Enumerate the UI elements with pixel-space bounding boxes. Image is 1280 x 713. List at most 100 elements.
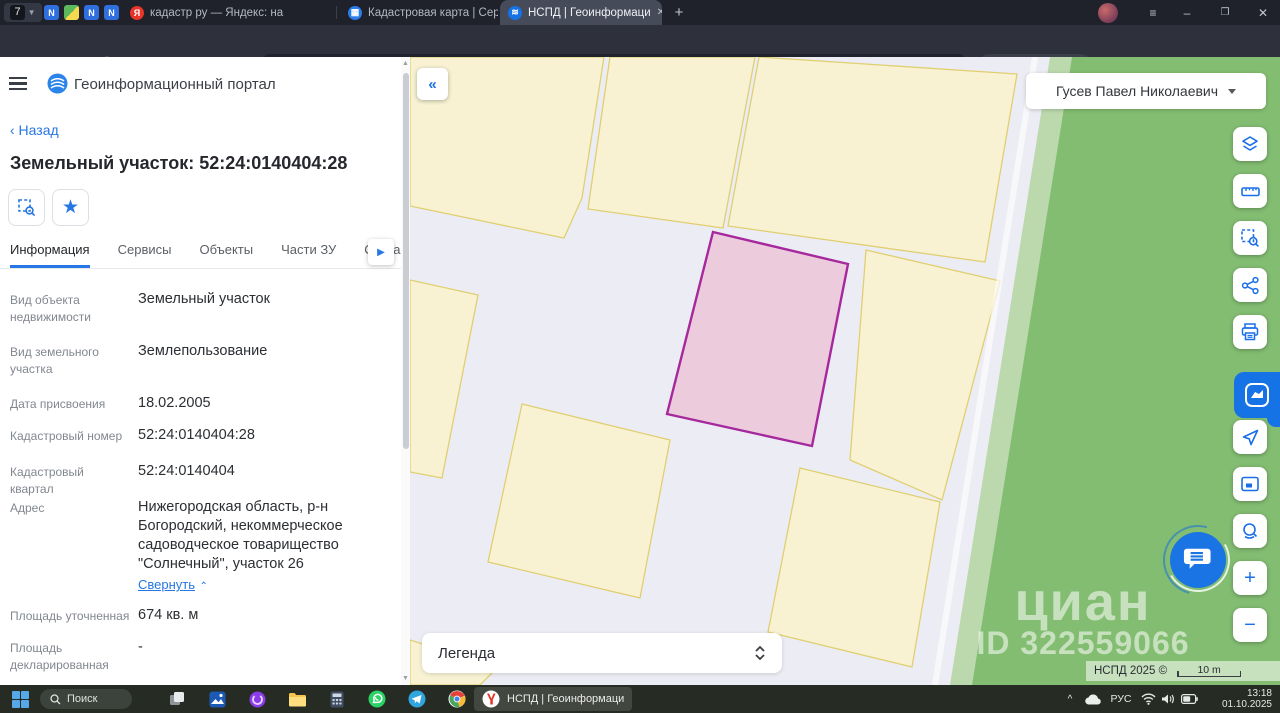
parcel-polygon	[487, 403, 671, 599]
map-attribution: НСПД 2025 © 10 m	[1086, 661, 1280, 681]
favorite-button[interactable]: ★	[52, 189, 89, 226]
zoom-in-button[interactable]: +	[1233, 561, 1267, 595]
pinned-tab-yandex-1[interactable]: N	[44, 5, 59, 20]
overview-map-button[interactable]	[1233, 467, 1267, 501]
start-button[interactable]	[10, 689, 30, 709]
user-name: Гусев Павел Николаевич	[1055, 83, 1219, 99]
user-account-dropdown[interactable]: Гусев Павел Николаевич	[1026, 73, 1266, 109]
pinned-tab-yandex-maps[interactable]	[64, 5, 79, 20]
browser-address-bar: ← Я ⟳ nspd.gov.ru НСПД | Геоинформационн…	[0, 25, 1280, 78]
select-search-icon	[1241, 229, 1259, 247]
browser-purple-app[interactable]	[247, 689, 267, 709]
field-label: Адрес	[10, 501, 45, 515]
speaker-icon	[1162, 694, 1174, 704]
wifi-tray-icon[interactable]	[1138, 685, 1158, 713]
purple-browser-icon	[249, 691, 265, 707]
tray-hidden-icons[interactable]: ^	[1060, 685, 1080, 713]
object-card-tool-active[interactable]	[1234, 372, 1280, 427]
chevron-up-icon[interactable]: ⌃	[199, 581, 207, 592]
profile-avatar[interactable]	[1098, 2, 1118, 23]
collapse-panel-button[interactable]: «	[417, 68, 448, 100]
taskbar-clock[interactable]: 13:18 01.10.2025	[1222, 688, 1272, 710]
parcel-title: Земельный участок: 52:24:0140404:28	[10, 153, 348, 173]
tab-parts[interactable]: Части ЗУ	[281, 235, 336, 268]
share-icon	[1241, 276, 1259, 294]
close-window-icon[interactable]: ✕	[1248, 0, 1278, 25]
print-button[interactable]	[1233, 315, 1267, 349]
expand-collapse-icon[interactable]	[754, 645, 766, 661]
tab-services[interactable]: Сервисы	[118, 235, 172, 268]
tab-information[interactable]: Информация	[10, 235, 90, 268]
tab-objects[interactable]: Объекты	[199, 235, 253, 268]
language-indicator[interactable]: РУС	[1106, 685, 1136, 713]
close-tab-icon[interactable]: ✕	[657, 7, 662, 18]
scrollbar-thumb[interactable]	[402, 73, 409, 449]
browser-tab-1[interactable]: Я кадастр ру — Яндекс: на	[122, 0, 334, 25]
cadastre-map-favicon: ▦	[348, 5, 362, 20]
maximize-window-icon[interactable]: ❐	[1210, 0, 1240, 25]
browser-menu-icon[interactable]: ≡	[1138, 0, 1168, 25]
task-view-app[interactable]	[167, 689, 187, 709]
photos-app[interactable]	[207, 689, 227, 709]
map-canvas[interactable]: циан ID 322559066 « Гусев Павел Николаев…	[410, 57, 1280, 685]
collapse-address-link[interactable]: Свернуть	[138, 577, 195, 592]
chrome-app[interactable]	[447, 689, 467, 709]
field-label: Площадь уточненная	[10, 609, 130, 623]
legend-bar[interactable]: Легенда	[422, 633, 782, 673]
zoom-to-object-button[interactable]	[8, 189, 45, 226]
search-icon	[50, 693, 61, 704]
support-chat-button[interactable]	[1170, 532, 1226, 588]
zoom-out-button[interactable]: −	[1233, 608, 1267, 642]
printer-icon	[1241, 323, 1259, 341]
measure-button[interactable]	[1233, 174, 1267, 208]
cloud-icon	[1084, 693, 1101, 705]
parcel-info-panel: Геоинформационный портал ‹ Назад Земельн…	[0, 57, 410, 685]
field-label: Кадастровый квартал	[10, 465, 84, 496]
folder-icon	[289, 692, 306, 706]
telegram-icon	[408, 690, 426, 708]
plus-icon: +	[1244, 566, 1256, 589]
minimize-window-icon[interactable]: –	[1172, 0, 1202, 25]
windows-taskbar: Поиск НСПД | Геоинформаци ^ РУС 13:18 01…	[0, 685, 1280, 713]
layers-icon	[1242, 136, 1258, 151]
panel-scrollbar[interactable]: ▲ ▼	[401, 57, 410, 685]
chevron-down-icon: ▼	[27, 8, 36, 17]
parcel-polygon	[767, 467, 941, 668]
pinned-tab-yandex-2[interactable]: N	[84, 5, 99, 20]
map-layers	[410, 57, 1280, 685]
pinned-tab-yandex-3[interactable]: N	[104, 5, 119, 20]
new-tab-button[interactable]: +	[668, 0, 690, 25]
browser-tab-2[interactable]: ▦ Кадастровая карта | Сер	[340, 0, 498, 25]
scroll-down-icon[interactable]: ▼	[401, 675, 410, 682]
windows-logo-icon	[11, 690, 29, 708]
select-search-icon	[18, 199, 36, 217]
calculator-app[interactable]	[327, 689, 347, 709]
tabs-scroll-right-button[interactable]: ▶	[368, 239, 394, 265]
menu-hamburger-icon[interactable]	[9, 77, 27, 90]
scale-label: 10 m	[1197, 664, 1221, 676]
area-select-button[interactable]	[1233, 221, 1267, 255]
taskbar-active-app[interactable]: НСПД | Геоинформаци	[474, 687, 633, 711]
tab-counter-button[interactable]: 7 ▼	[4, 3, 42, 22]
scroll-up-icon[interactable]: ▲	[401, 60, 410, 67]
navigate-arrow-icon	[1242, 429, 1258, 445]
telegram-app[interactable]	[407, 689, 427, 709]
share-button[interactable]	[1233, 268, 1267, 302]
back-link[interactable]: ‹ Назад	[10, 122, 59, 138]
nspd-favicon: ≋	[508, 5, 522, 20]
tab-divider	[336, 6, 337, 19]
whatsapp-app[interactable]	[367, 689, 387, 709]
search-on-map-button[interactable]	[1233, 514, 1267, 548]
volume-tray-icon[interactable]	[1158, 685, 1178, 713]
my-location-button[interactable]	[1233, 420, 1267, 454]
star-icon: ★	[61, 197, 80, 218]
field-value: -	[138, 639, 143, 655]
layers-button[interactable]	[1233, 127, 1267, 161]
object-card-icon	[1245, 383, 1269, 407]
browser-tab-3-active[interactable]: ≋ НСПД | Геоинформаци ✕	[500, 0, 662, 25]
file-explorer-app[interactable]	[287, 689, 307, 709]
battery-tray-icon[interactable]	[1178, 685, 1200, 713]
ruler-icon	[1240, 186, 1260, 196]
taskbar-search[interactable]: Поиск	[40, 689, 132, 709]
onedrive-tray-icon[interactable]	[1082, 685, 1104, 713]
